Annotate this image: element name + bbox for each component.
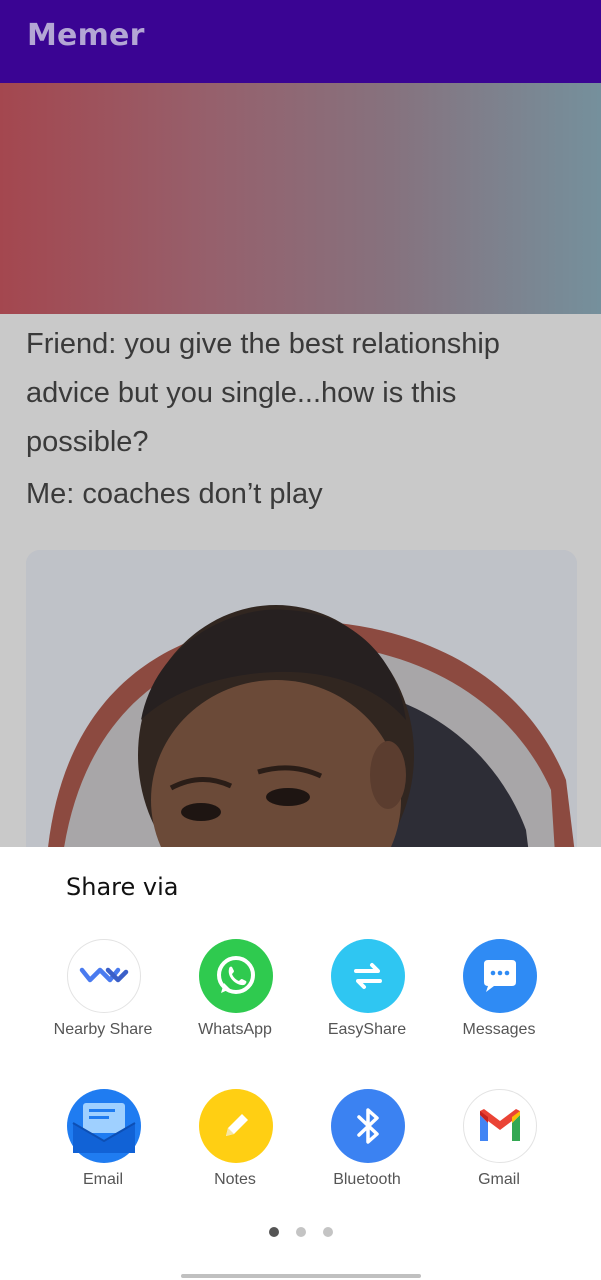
share-option-email[interactable]: Email [37,1089,169,1219]
share-option-messages[interactable]: Messages [433,939,565,1069]
share-label: Bluetooth [333,1171,401,1188]
share-sheet-title: Share via [66,873,179,901]
home-indicator-bar[interactable] [181,1274,421,1278]
meme-feed[interactable]: Friend: you give the best relationship a… [0,83,601,847]
app-title: Memer [27,18,145,53]
bluetooth-icon [331,1089,405,1163]
share-sheet: Share via Nearby Share WhatsApp EasyShar… [0,847,601,1280]
share-option-whatsapp[interactable]: WhatsApp [169,939,301,1069]
page-dot[interactable] [296,1227,306,1237]
nearby-share-icon [67,939,141,1013]
share-option-nearby-share[interactable]: Nearby Share [37,939,169,1069]
page-indicator [0,1227,601,1239]
share-label: EasyShare [327,1021,407,1038]
page-dot[interactable] [323,1227,333,1237]
gradient-banner [0,83,601,314]
app-bar: Memer [0,0,601,83]
whatsapp-icon [199,939,273,1013]
share-option-bluetooth[interactable]: Bluetooth [301,1089,433,1219]
page-dot-active[interactable] [269,1227,279,1237]
share-label: WhatsApp [198,1021,272,1038]
share-option-notes[interactable]: Notes [169,1089,301,1219]
notes-icon [199,1089,273,1163]
meme-photo [26,550,577,847]
meme-image[interactable] [26,550,577,847]
share-label: Email [82,1171,123,1188]
share-label: Messages [462,1021,536,1038]
meme-caption-line2: Me: coaches don’t play [26,478,323,510]
share-option-gmail[interactable]: Gmail [433,1089,565,1219]
meme-caption-line1: Friend: you give the best relationship a… [26,328,500,458]
share-label: Nearby Share [53,1021,153,1038]
share-label: Gmail [478,1171,520,1188]
easyshare-icon [331,939,405,1013]
share-option-easyshare[interactable]: EasyShare [301,939,433,1069]
share-label: Notes [214,1171,256,1188]
messages-icon [463,939,537,1013]
gmail-icon [463,1089,537,1163]
email-icon [67,1089,141,1163]
